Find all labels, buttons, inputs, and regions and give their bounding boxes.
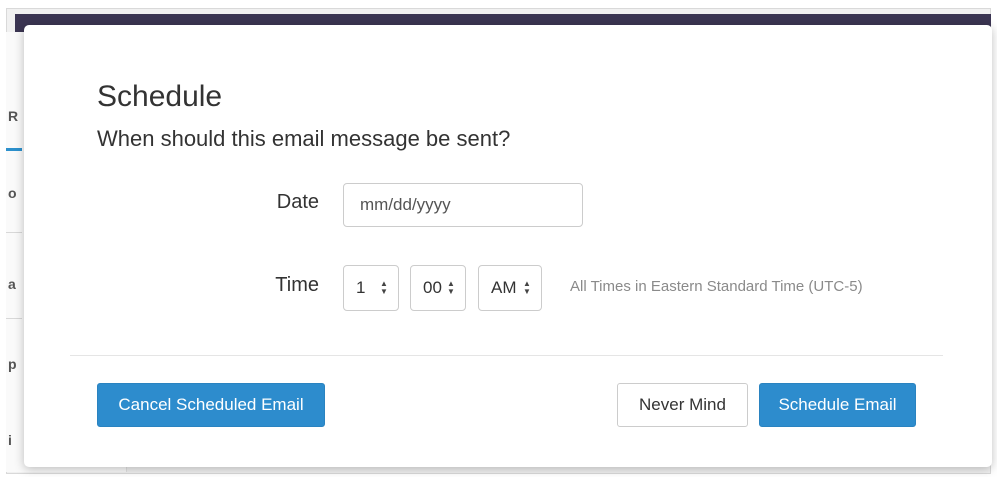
never-mind-button[interactable]: Never Mind (617, 383, 748, 427)
date-label: Date (276, 191, 319, 213)
period-select[interactable]: AM ▲ ▼ (478, 265, 542, 311)
hour-value: 1 (356, 278, 366, 297)
background-text-fragment: p (8, 356, 17, 372)
background-divider (6, 232, 22, 233)
background-text-fragment: o (8, 185, 17, 201)
background-text-fragment: R (8, 108, 19, 124)
time-label: Time (275, 274, 319, 296)
background-text-fragment: a (8, 276, 16, 292)
dialog-subtitle: When should this email message be sent? (97, 126, 511, 151)
minute-select[interactable]: 00 ▲ ▼ (410, 265, 466, 311)
period-value: AM (491, 278, 517, 297)
background-divider (6, 318, 22, 319)
select-arrows-icon: ▲ ▼ (523, 279, 531, 296)
minute-value: 00 (423, 278, 442, 297)
select-arrows-icon: ▲ ▼ (447, 279, 455, 296)
footer-divider (70, 355, 943, 356)
background-accent-line (6, 148, 22, 151)
dialog-title: Schedule (97, 80, 223, 113)
schedule-email-button[interactable]: Schedule Email (759, 383, 916, 427)
date-input[interactable]: mm/dd/yyyy (343, 183, 583, 227)
background-text-fragment: i (8, 432, 12, 448)
timezone-note: All Times in Eastern Standard Time (UTC-… (570, 278, 863, 295)
select-arrows-icon: ▲ ▼ (380, 279, 388, 296)
schedule-dialog: Schedule When should this email message … (24, 25, 992, 467)
cancel-scheduled-email-button[interactable]: Cancel Scheduled Email (97, 383, 325, 427)
hour-select[interactable]: 1 ▲ ▼ (343, 265, 399, 311)
